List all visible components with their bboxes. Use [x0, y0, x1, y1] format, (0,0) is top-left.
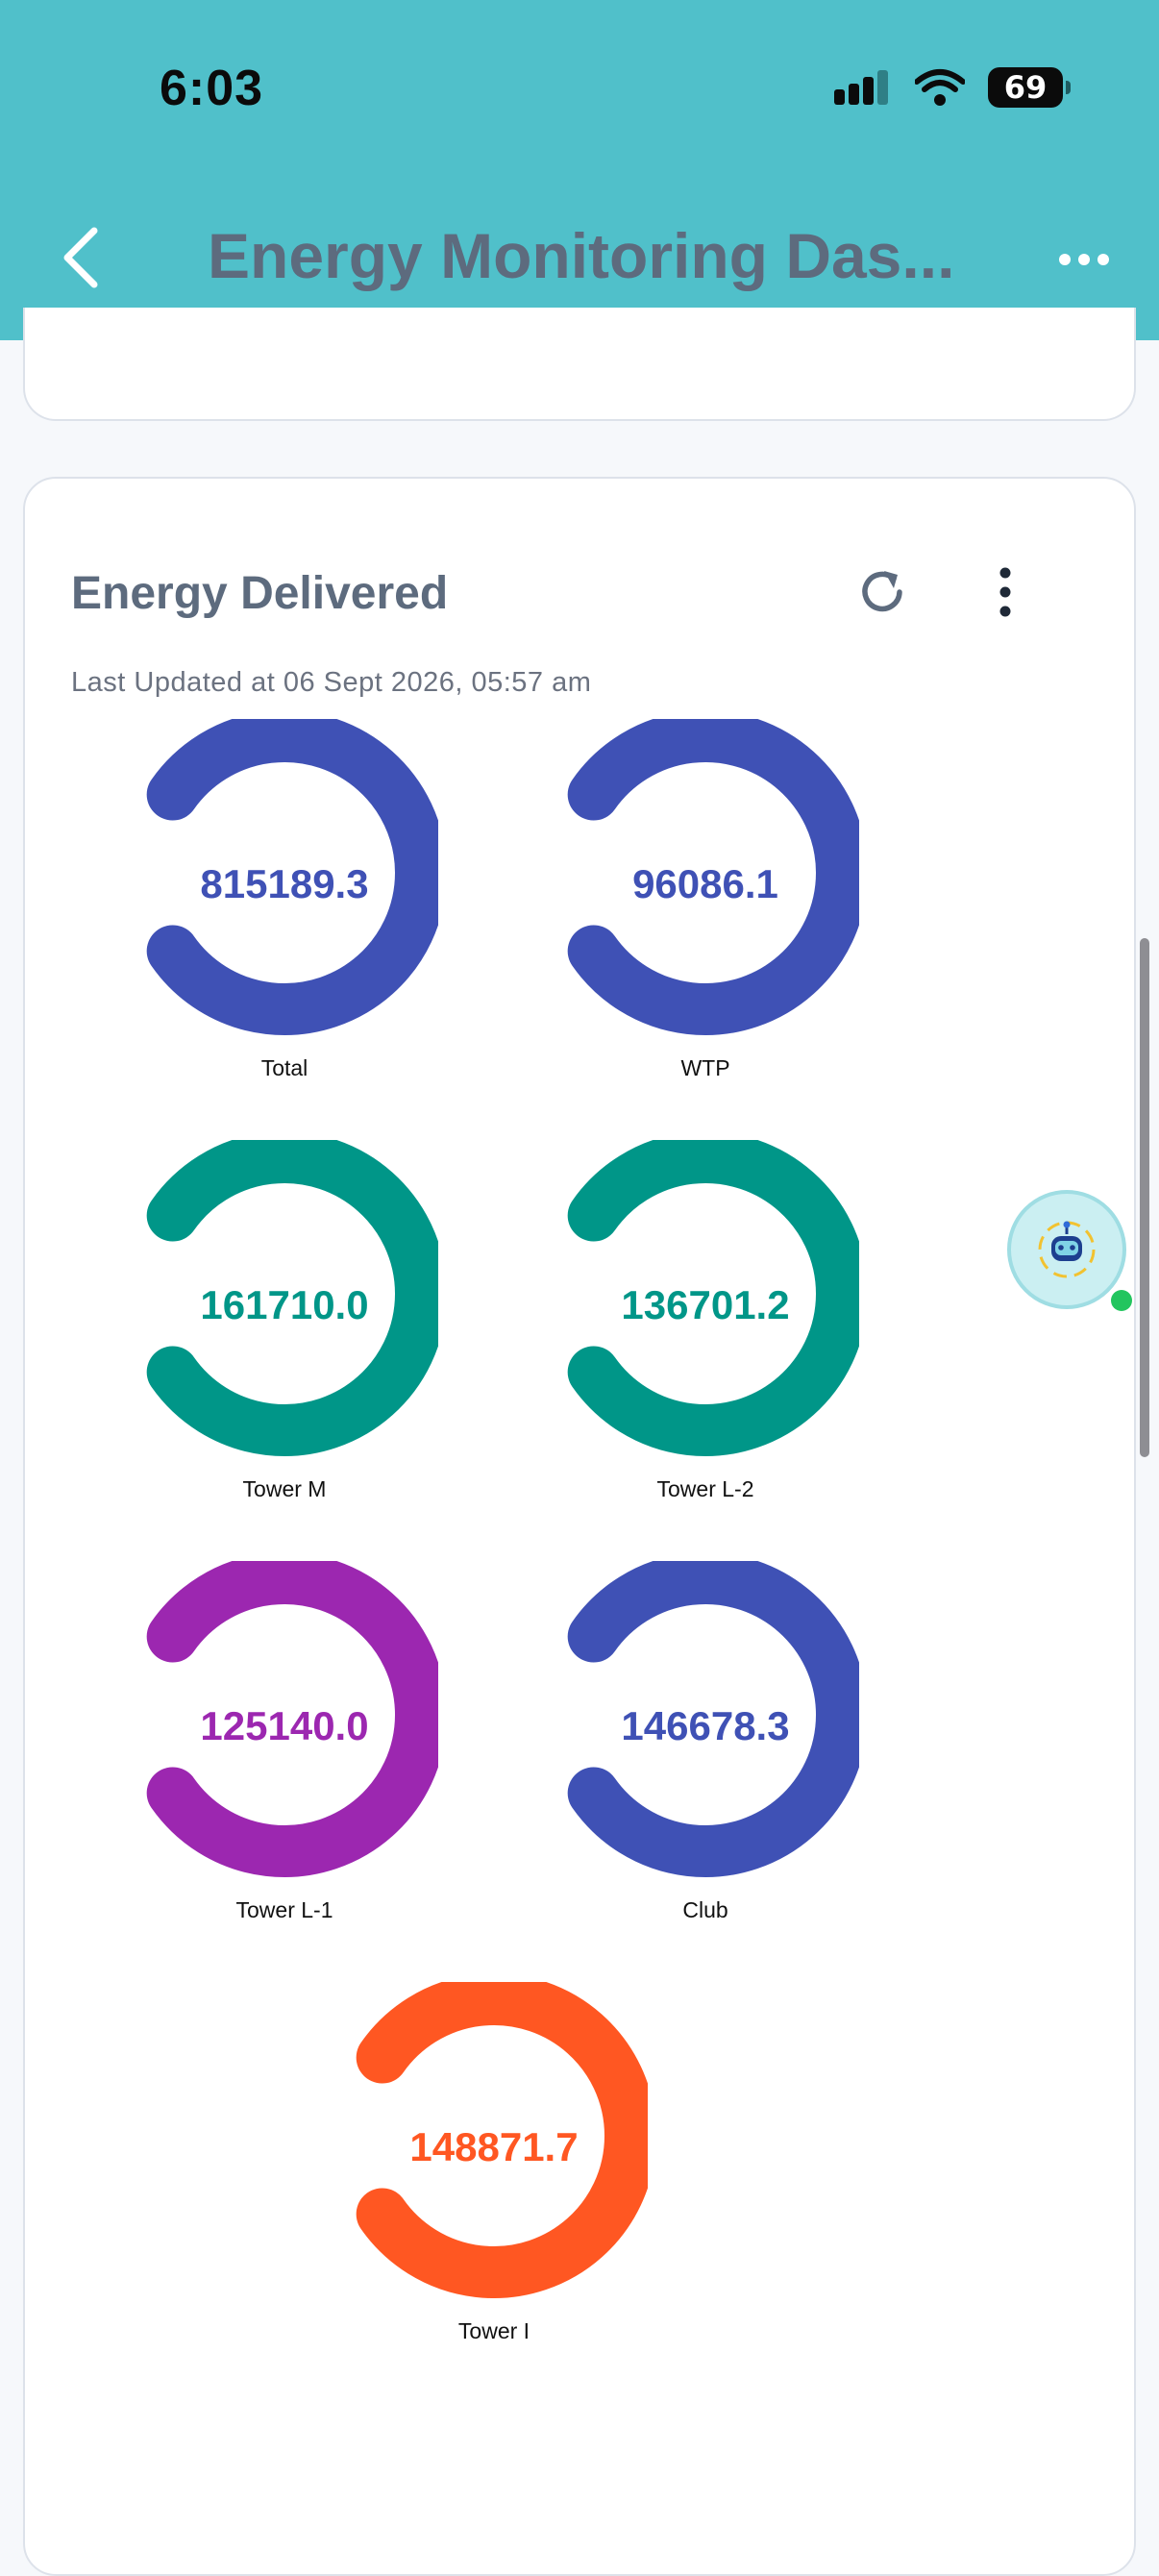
gauge[interactable]: 148871.7 Tower I [340, 1982, 648, 2347]
gauge-value: 148871.7 [409, 2124, 579, 2169]
status-icons: 69 [834, 67, 1071, 108]
page-title: Energy Monitoring Das... [208, 220, 955, 291]
last-updated-text: Last Updated at 06 Sept 2026, 05:57 am [71, 667, 592, 698]
card-title: Energy Delivered [71, 568, 449, 619]
cellular-signal-icon [834, 70, 888, 105]
gauge-label: Tower L-1 [235, 1897, 333, 1922]
gauge[interactable]: 161710.0 Tower M [131, 1140, 438, 1505]
gauge-label: Tower I [457, 2318, 530, 2343]
scrollbar[interactable] [1140, 938, 1149, 1457]
kebab-menu-icon[interactable] [992, 563, 1019, 621]
gauge-value: 146678.3 [621, 1703, 790, 1748]
gauge-value: 136701.2 [621, 1282, 790, 1327]
gauge-label: Tower M [242, 1476, 327, 1501]
previous-card [23, 308, 1136, 421]
top-bar: 6:03 69 Energy Monitoring Das... [0, 0, 1159, 340]
gauge-value: 161710.0 [200, 1282, 369, 1327]
gauge[interactable]: 125140.0 Tower L-1 [131, 1561, 438, 1926]
more-options-icon[interactable] [1057, 240, 1111, 279]
wifi-icon [915, 69, 965, 106]
status-time: 6:03 [160, 61, 264, 116]
gauge-label: Club [682, 1897, 728, 1922]
back-arrow-icon[interactable] [58, 223, 104, 292]
battery-level: 69 [1003, 69, 1048, 106]
robot-icon [1038, 1221, 1096, 1278]
energy-delivered-card: Energy Delivered Last Updated at 06 Sept… [23, 477, 1136, 2576]
gauge-label: Total [260, 1055, 308, 1080]
gauge-label: WTP [680, 1055, 730, 1080]
gauge[interactable]: 815189.3 Total [131, 719, 438, 1084]
gauge-value: 815189.3 [200, 861, 369, 906]
gauge-label: Tower L-2 [656, 1476, 754, 1501]
assistant-button[interactable] [1007, 1190, 1126, 1309]
refresh-icon[interactable] [853, 563, 911, 621]
online-status-dot [1111, 1290, 1132, 1311]
gauge[interactable]: 146678.3 Club [552, 1561, 859, 1926]
gauge-value: 96086.1 [632, 861, 778, 906]
gauge[interactable]: 96086.1 WTP [552, 719, 859, 1084]
battery-icon: 69 [988, 67, 1071, 108]
gauge-value: 125140.0 [200, 1703, 369, 1748]
gauge[interactable]: 136701.2 Tower L-2 [552, 1140, 859, 1505]
